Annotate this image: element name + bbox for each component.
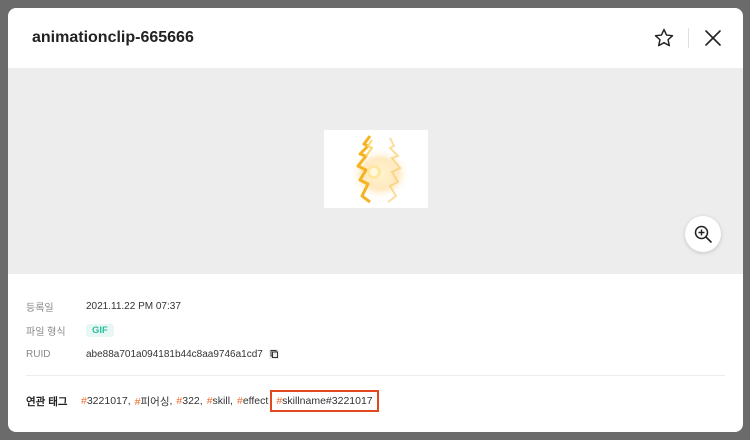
registered-value: 2021.11.22 PM 07:37 xyxy=(86,300,181,312)
close-icon xyxy=(705,30,721,46)
tag-separator: , xyxy=(230,395,233,407)
tag-separator: , xyxy=(199,395,203,407)
modal-title: animationclip-665666 xyxy=(32,29,194,46)
tag-link[interactable]: #피어싱 xyxy=(135,394,170,409)
zoom-button[interactable] xyxy=(685,216,721,252)
tags-label: 연관 태그 xyxy=(26,395,68,408)
zoom-in-icon xyxy=(694,225,712,243)
section-divider xyxy=(26,375,725,376)
info-row-registered: 등록일 2021.11.22 PM 07:37 xyxy=(26,294,280,318)
copy-icon xyxy=(268,349,279,359)
animation-preview-image xyxy=(324,130,428,208)
related-tags: 연관 태그 #3221017, #피어싱, #322, #skill, #eff… xyxy=(26,390,379,412)
registered-label: 등록일 xyxy=(26,302,54,314)
header-actions xyxy=(650,24,727,52)
star-icon xyxy=(654,28,674,47)
info-row-format: 파일 형식 GIF xyxy=(26,318,280,342)
tag-link[interactable]: #skill xyxy=(207,395,230,407)
asset-detail-modal: animationclip-665666 등록일 2021.11.22 PM 0… xyxy=(8,8,743,432)
tag-link-highlighted[interactable]: #skillname#3221017 xyxy=(270,390,379,412)
ruid-label: RUID xyxy=(26,348,51,360)
favorite-button[interactable] xyxy=(650,24,678,52)
tag-link[interactable]: #3221017 xyxy=(81,395,128,407)
close-button[interactable] xyxy=(699,24,727,52)
tag-separator: , xyxy=(169,395,173,407)
effect-thumbnail xyxy=(350,135,410,204)
header-divider xyxy=(688,28,689,48)
info-row-ruid: RUID abe88a701a094181b44c8aa9746a1cd7 xyxy=(26,342,280,366)
tag-link[interactable]: #322 xyxy=(176,395,199,407)
modal-header: animationclip-665666 xyxy=(8,8,743,68)
ruid-value: abe88a701a094181b44c8aa9746a1cd7 xyxy=(86,348,263,360)
format-badge: GIF xyxy=(86,323,114,337)
copy-ruid-button[interactable] xyxy=(268,348,280,360)
file-info: 등록일 2021.11.22 PM 07:37 파일 형식 GIF RUID a… xyxy=(26,294,280,366)
format-label: 파일 형식 xyxy=(26,326,66,338)
preview-area xyxy=(8,68,743,274)
tag-link[interactable]: #effect xyxy=(237,395,268,407)
tag-separator: , xyxy=(127,395,131,407)
